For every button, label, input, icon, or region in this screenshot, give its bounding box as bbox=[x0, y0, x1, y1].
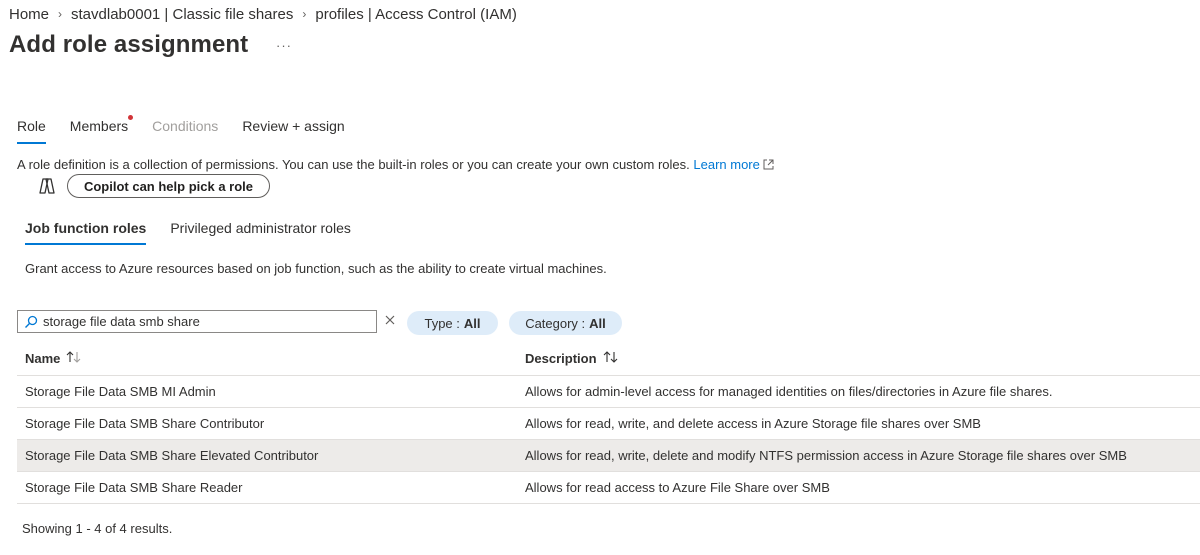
page-title: Add role assignment bbox=[9, 31, 249, 58]
role-name-cell: Storage File Data SMB Share Elevated Con… bbox=[25, 448, 319, 463]
more-options-button[interactable]: ··· bbox=[276, 38, 292, 53]
tab-role[interactable]: Role bbox=[17, 116, 46, 144]
table-row-selected[interactable]: Storage File Data SMB Share Elevated Con… bbox=[17, 440, 1200, 472]
role-description-cell: Allows for read, write, delete and modif… bbox=[525, 448, 1127, 463]
type-filter-value: All bbox=[463, 315, 481, 331]
search-input[interactable] bbox=[43, 314, 363, 329]
tab-job-function-roles[interactable]: Job function roles bbox=[25, 220, 147, 245]
table-header: Name Description bbox=[17, 342, 1200, 376]
search-icon bbox=[24, 315, 38, 329]
column-header-description-label: Description bbox=[525, 351, 597, 366]
role-description-cell: Allows for read access to Azure File Sha… bbox=[525, 480, 830, 495]
required-indicator bbox=[128, 115, 134, 120]
breadcrumb-access-control[interactable]: profiles | Access Control (IAM) bbox=[315, 6, 516, 23]
type-filter-label: Type : bbox=[424, 315, 460, 331]
breadcrumb: Home › stavdlab0001 | Classic file share… bbox=[9, 5, 517, 23]
category-filter-value: All bbox=[589, 315, 606, 331]
sort-icon bbox=[66, 351, 82, 366]
column-header-name-label: Name bbox=[25, 351, 61, 366]
roles-table: Name Description Storage File Data SMB M… bbox=[17, 342, 1200, 504]
learn-more-link[interactable]: Learn more bbox=[693, 157, 774, 173]
learn-more-label: Learn more bbox=[693, 157, 760, 172]
table-row[interactable]: Storage File Data SMB Share Reader Allow… bbox=[17, 472, 1200, 504]
category-filter-pill[interactable]: Category : All bbox=[509, 311, 622, 335]
copilot-pick-role-button[interactable]: Copilot can help pick a role bbox=[67, 174, 270, 198]
breadcrumb-storage-account[interactable]: stavdlab0001 | Classic file shares bbox=[71, 6, 293, 23]
copilot-icon bbox=[37, 177, 57, 195]
role-description-cell: Allows for admin-level access for manage… bbox=[525, 384, 1053, 399]
role-name-cell: Storage File Data SMB MI Admin bbox=[25, 384, 216, 399]
clear-search-icon[interactable] bbox=[384, 313, 396, 325]
tab-members-label: Members bbox=[69, 118, 129, 134]
external-link-icon bbox=[763, 158, 774, 173]
tab-privileged-administrator-roles[interactable]: Privileged administrator roles bbox=[170, 220, 351, 245]
wizard-tabs: Role Members Conditions Review + assign bbox=[17, 115, 369, 144]
results-count: Showing 1 - 4 of 4 results. bbox=[22, 521, 173, 536]
chevron-right-icon: › bbox=[302, 7, 307, 21]
role-definition-text: A role definition is a collection of per… bbox=[17, 157, 690, 172]
role-definition-description: A role definition is a collection of per… bbox=[17, 157, 774, 173]
chevron-right-icon: › bbox=[58, 7, 63, 21]
tab-review-assign[interactable]: Review + assign bbox=[242, 116, 344, 144]
role-category-tabs: Job function roles Privileged administra… bbox=[25, 220, 375, 245]
search-box bbox=[17, 310, 377, 333]
table-row[interactable]: Storage File Data SMB MI Admin Allows fo… bbox=[17, 376, 1200, 408]
sort-icon bbox=[603, 351, 619, 366]
role-name-cell: Storage File Data SMB Share Contributor bbox=[25, 416, 265, 431]
role-name-cell: Storage File Data SMB Share Reader bbox=[25, 480, 243, 495]
column-header-description[interactable]: Description bbox=[525, 351, 619, 366]
tab-conditions: Conditions bbox=[152, 118, 219, 134]
job-function-description: Grant access to Azure resources based on… bbox=[25, 261, 607, 276]
category-filter-label: Category : bbox=[525, 315, 586, 331]
breadcrumb-home[interactable]: Home bbox=[9, 6, 49, 23]
type-filter-pill[interactable]: Type : All bbox=[407, 311, 498, 335]
table-row[interactable]: Storage File Data SMB Share Contributor … bbox=[17, 408, 1200, 440]
column-header-name[interactable]: Name bbox=[25, 351, 82, 366]
role-description-cell: Allows for read, write, and delete acces… bbox=[525, 416, 981, 431]
tab-members[interactable]: Members bbox=[69, 115, 134, 144]
